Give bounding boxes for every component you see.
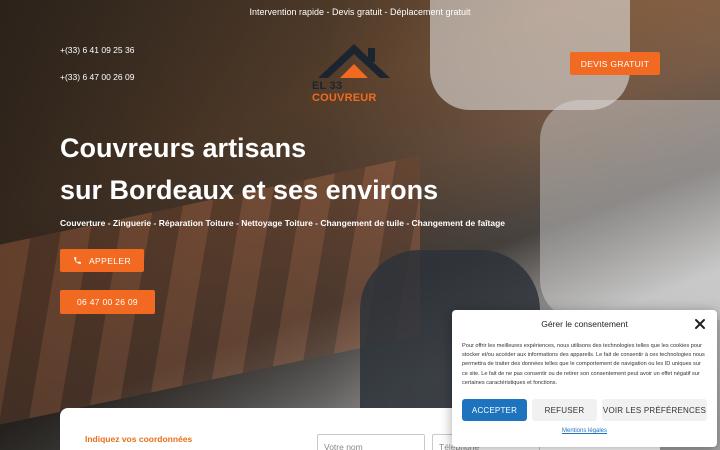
page-title: Couvreurs artisans sur Bordeaux et ses e… [60, 127, 438, 211]
phone-number-button[interactable]: 06 47 00 26 09 [60, 290, 155, 314]
phone-link-2[interactable]: +(33) 6 47 00 26 09 [60, 72, 134, 82]
refuse-button[interactable]: REFUSER [532, 399, 597, 421]
phone-link-1[interactable]: +(33) 6 41 09 25 36 [60, 45, 134, 55]
car-image [540, 100, 720, 320]
title-line-2: sur Bordeaux et ses environs [60, 175, 439, 205]
site-logo[interactable]: EL 33 COUVREUR [310, 38, 402, 104]
tagline: Intervention rapide - Devis gratuit - Dé… [249, 7, 471, 17]
services-subtitle: Couverture - Zinguerie - Réparation Toit… [60, 218, 506, 228]
consent-body: Pour offrir les meilleures expériences, … [462, 343, 705, 386]
legal-notice-link[interactable]: Mentions légales [452, 428, 717, 434]
call-button-label: APPELER [88, 255, 131, 266]
logo-roof-icon [318, 44, 390, 78]
name-input[interactable]: Votre nom [317, 434, 425, 450]
devis-gratuit-button[interactable]: DEVIS GRATUIT [570, 52, 660, 75]
top-info-bar: Intervention rapide - Devis gratuit - Dé… [0, 0, 720, 24]
call-button[interactable]: APPELER [60, 249, 144, 272]
preferences-button[interactable]: VOIR LES PRÉFÉRENCES [602, 399, 707, 421]
phone-icon [74, 257, 81, 264]
form-heading: Indiquez vos coordonnées [85, 434, 193, 444]
consent-title: Gérer le consentement [541, 319, 628, 329]
logo-text: EL 33 COUVREUR [312, 80, 377, 104]
cookie-consent-dialog: Gérer le consentement Pour offrir les me… [452, 310, 717, 447]
close-icon[interactable] [694, 318, 706, 330]
title-line-1: Couvreurs artisans [60, 133, 307, 163]
accept-button[interactable]: ACCEPTER [462, 399, 527, 421]
